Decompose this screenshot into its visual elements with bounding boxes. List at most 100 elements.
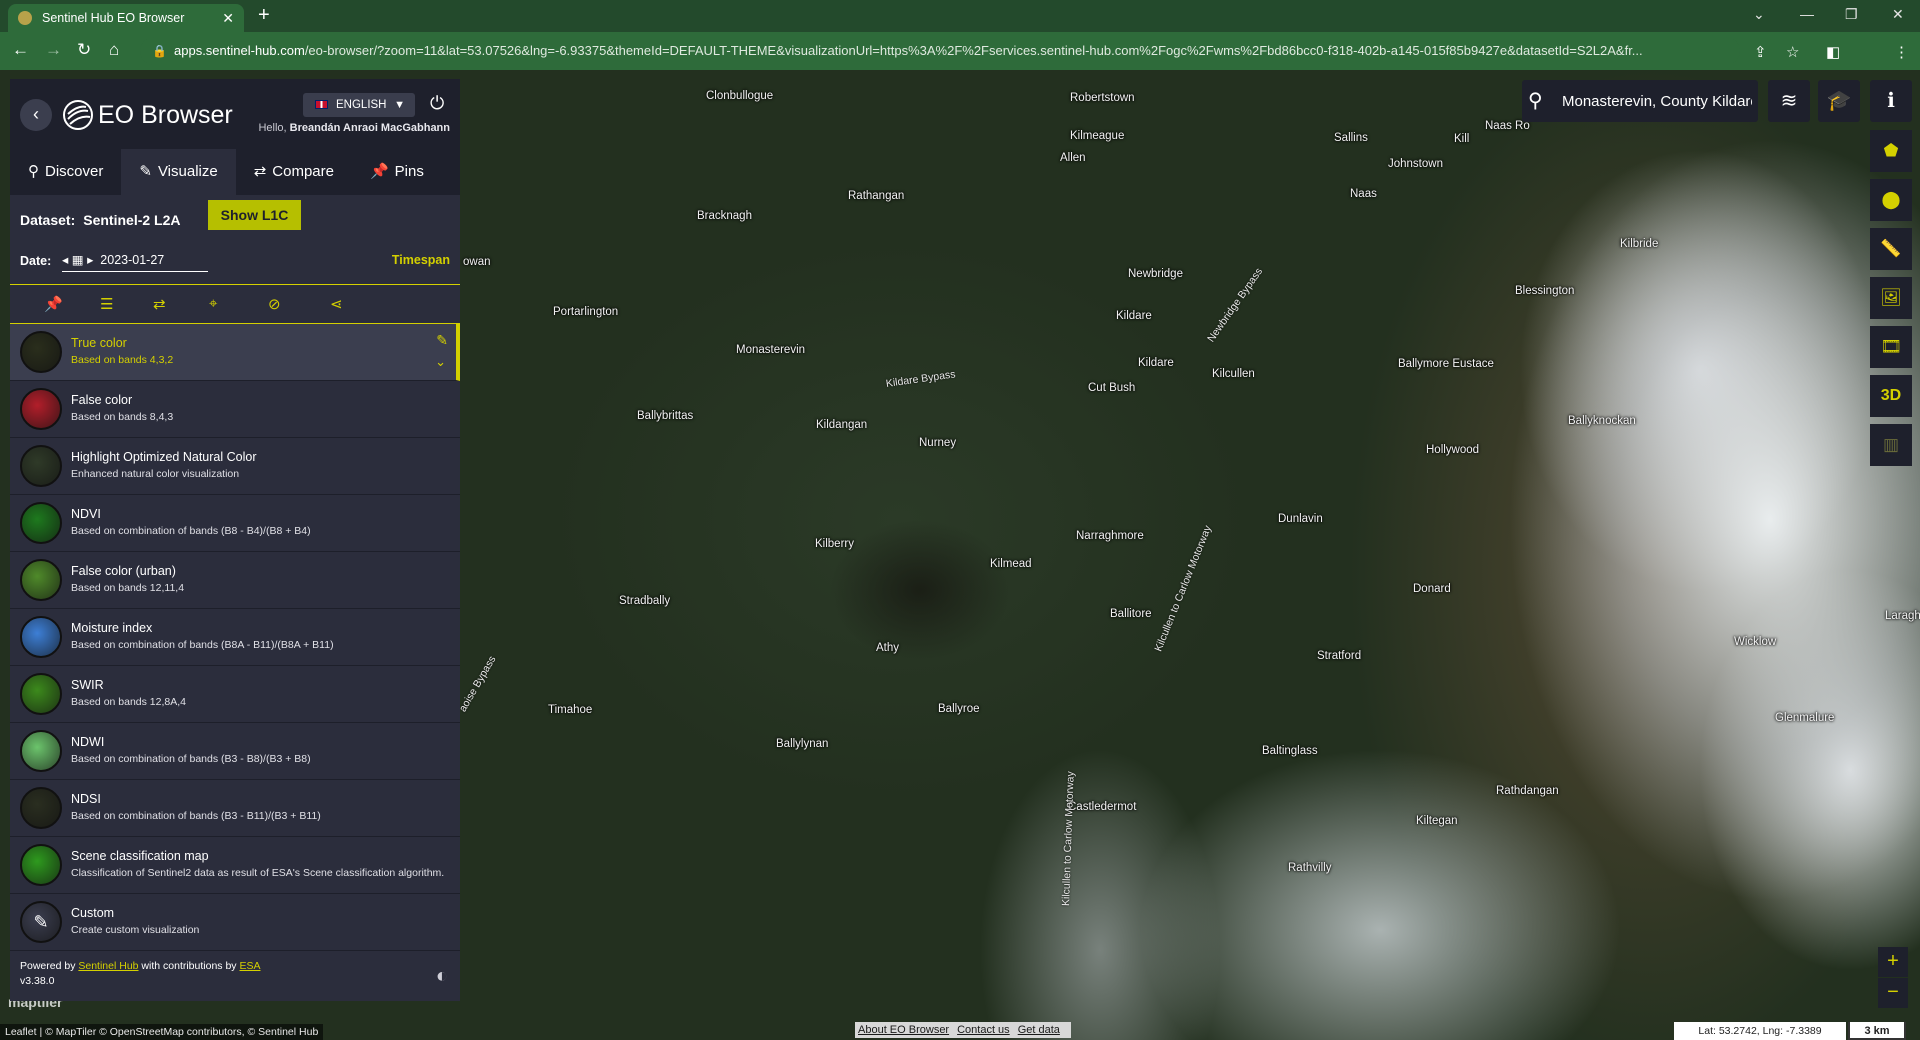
visualization-item[interactable]: SWIR Based on bands 12,8A,4	[10, 666, 460, 723]
place-label: Baltinglass	[1262, 745, 1318, 757]
visualization-description: Based on combination of bands (B3 - B8)/…	[71, 753, 311, 765]
layers-icon[interactable]: ≋	[1768, 80, 1810, 122]
reload-icon[interactable]: ↻	[77, 41, 91, 59]
pin-icon[interactable]: 📌	[44, 295, 63, 313]
new-tab-icon[interactable]: +	[258, 5, 270, 25]
visualization-description: Classification of Sentinel2 data as resu…	[71, 867, 445, 879]
share-icon[interactable]: ⋖	[330, 295, 343, 313]
tab-search-chevron-icon[interactable]: ⌄	[1753, 6, 1765, 23]
visualization-item[interactable]: ✎ Custom Create custom visualization	[10, 894, 460, 951]
minimize-icon[interactable]: —	[1800, 6, 1814, 22]
forward-icon[interactable]: →	[45, 41, 62, 59]
compare-arrows-icon: ⇄	[253, 163, 267, 180]
hide-layer-icon[interactable]: ⊘	[268, 295, 281, 313]
visualization-item[interactable]: NDWI Based on combination of bands (B3 - …	[10, 723, 460, 780]
visualization-item[interactable]: NDVI Based on combination of bands (B8 - …	[10, 495, 460, 552]
place-label: Castledermot	[1068, 801, 1137, 813]
show-l1c-button[interactable]: Show L1C	[208, 200, 301, 230]
tab-pins[interactable]: 📌 Pins	[352, 149, 442, 195]
visualization-thumbnail	[20, 331, 62, 373]
sentinel-hub-link[interactable]: Sentinel Hub	[78, 960, 138, 972]
poi-marker-icon[interactable]: ⬤	[1870, 179, 1912, 221]
effects-sliders-icon[interactable]: ☰	[100, 295, 113, 313]
visualization-item[interactable]: Highlight Optimized Natural Color Enhance…	[10, 438, 460, 495]
visualization-title: Moisture index	[71, 621, 153, 635]
date-picker[interactable]: ◂ ▦ ▸ 2023-01-27	[62, 250, 208, 272]
calendar-icon[interactable]: ▦	[72, 253, 84, 267]
sidepanel-icon[interactable]: ◧	[1826, 43, 1840, 61]
dataset-row: Dataset: Sentinel-2 L2A	[20, 207, 181, 233]
bookmark-star-icon[interactable]: ☆	[1786, 43, 1799, 61]
place-label: Ballitore	[1110, 608, 1152, 620]
visualization-item[interactable]: Scene classification map Classification o…	[10, 837, 460, 894]
restore-icon[interactable]: ❐	[1845, 6, 1858, 23]
panel-header: ‹ EO Browser ENGLISH ▼ ⏻ Hello, Breandán…	[10, 79, 460, 149]
uk-flag-icon	[315, 100, 328, 110]
visualization-thumbnail	[20, 787, 62, 829]
zoom-in-button[interactable]: +	[1878, 947, 1908, 977]
visualization-title: NDVI	[71, 507, 101, 521]
visualization-thumbnail	[20, 844, 62, 886]
visualization-item[interactable]: False color (urban) Based on bands 12,11,…	[10, 552, 460, 609]
image-download-icon[interactable]: 🖼	[1870, 277, 1912, 319]
close-window-icon[interactable]: ✕	[1892, 6, 1904, 23]
tab-label: Pins	[394, 163, 424, 180]
compare-icon[interactable]: ⇄	[153, 295, 166, 313]
tab-title: Sentinel Hub EO Browser	[42, 11, 185, 25]
browser-tab[interactable]: Sentinel Hub EO Browser ✕	[8, 4, 244, 32]
measure-ruler-icon[interactable]: 📏	[1870, 228, 1912, 270]
visualization-description: Create custom visualization	[71, 924, 200, 936]
url-field[interactable]: 🔒 apps.sentinel-hub.com/eo-browser/?zoom=…	[140, 37, 1740, 65]
expand-icon[interactable]: ⌄	[435, 354, 446, 370]
back-icon[interactable]: ←	[12, 41, 29, 59]
contact-link[interactable]: Contact us	[957, 1024, 1010, 1036]
browser-menu-icon[interactable]: ⋮	[1894, 43, 1909, 61]
prev-date-icon[interactable]: ◂	[62, 253, 68, 267]
education-icon[interactable]: 🎓	[1818, 80, 1860, 122]
home-icon[interactable]: ⌂	[109, 41, 119, 59]
visualization-item[interactable]: NDSI Based on combination of bands (B3 - …	[10, 780, 460, 837]
tab-label: Discover	[45, 163, 104, 180]
logout-power-icon[interactable]: ⏻	[430, 93, 444, 114]
footer-links: About EO Browser Contact us Get data	[855, 1022, 1071, 1038]
visualization-description: Based on bands 12,8A,4	[71, 696, 187, 708]
timelapse-film-icon[interactable]: 🎞	[1870, 326, 1912, 368]
location-search[interactable]: ⚲	[1522, 80, 1758, 122]
aoi-pentagon-icon[interactable]: ⬟	[1870, 130, 1912, 172]
visualization-item[interactable]: Moisture index Based on combination of ba…	[10, 609, 460, 666]
tab-compare[interactable]: ⇄ Compare	[236, 149, 352, 195]
eo-browser-logo-icon	[63, 100, 93, 130]
zoom-out-button[interactable]: −	[1878, 978, 1908, 1008]
place-label: Kildare	[1116, 310, 1152, 322]
url-host: apps.sentinel-hub.com	[174, 43, 305, 58]
3d-button[interactable]: 3D	[1870, 375, 1912, 417]
share-icon[interactable]: ⇪	[1754, 43, 1767, 61]
collapse-panel-icon[interactable]: ‹	[20, 99, 52, 131]
tab-discover[interactable]: ⚲ Discover	[10, 149, 121, 195]
language-select[interactable]: ENGLISH ▼	[303, 93, 415, 117]
theme-icon[interactable]: ◐	[436, 965, 448, 988]
visualization-thumbnail	[20, 559, 62, 601]
search-input[interactable]	[1562, 86, 1752, 116]
place-label: Kildangan	[816, 419, 868, 431]
place-label: Sallins	[1334, 132, 1368, 144]
visualization-item[interactable]: False color Based on bands 8,4,3	[10, 381, 460, 438]
pin-icon: 📌	[369, 163, 389, 180]
about-link[interactable]: About EO Browser	[858, 1024, 949, 1036]
visualization-description: Based on combination of bands (B8A - B11…	[71, 639, 334, 651]
esa-link[interactable]: ESA	[239, 960, 260, 972]
visualization-title: NDSI	[71, 792, 101, 806]
info-icon[interactable]: ℹ	[1870, 80, 1912, 122]
place-label: Blessington	[1515, 285, 1575, 297]
tab-visualize[interactable]: ✎ Visualize	[121, 149, 236, 195]
map-attribution: Leaflet | © MapTiler © OpenStreetMap con…	[0, 1024, 324, 1040]
close-tab-icon[interactable]: ✕	[222, 10, 234, 27]
get-data-link[interactable]: Get data	[1018, 1024, 1060, 1036]
timespan-toggle[interactable]: Timespan	[392, 253, 450, 267]
zoom-to-tile-icon[interactable]: ⌖	[209, 295, 217, 312]
next-date-icon[interactable]: ▸	[87, 253, 93, 267]
edit-visualization-icon[interactable]: ✎	[436, 332, 448, 349]
place-label: Wicklow	[1734, 636, 1777, 648]
visualization-item[interactable]: True color Based on bands 4,3,2 ✎ ⌄	[10, 324, 460, 381]
place-label: Portarlington	[553, 306, 619, 318]
